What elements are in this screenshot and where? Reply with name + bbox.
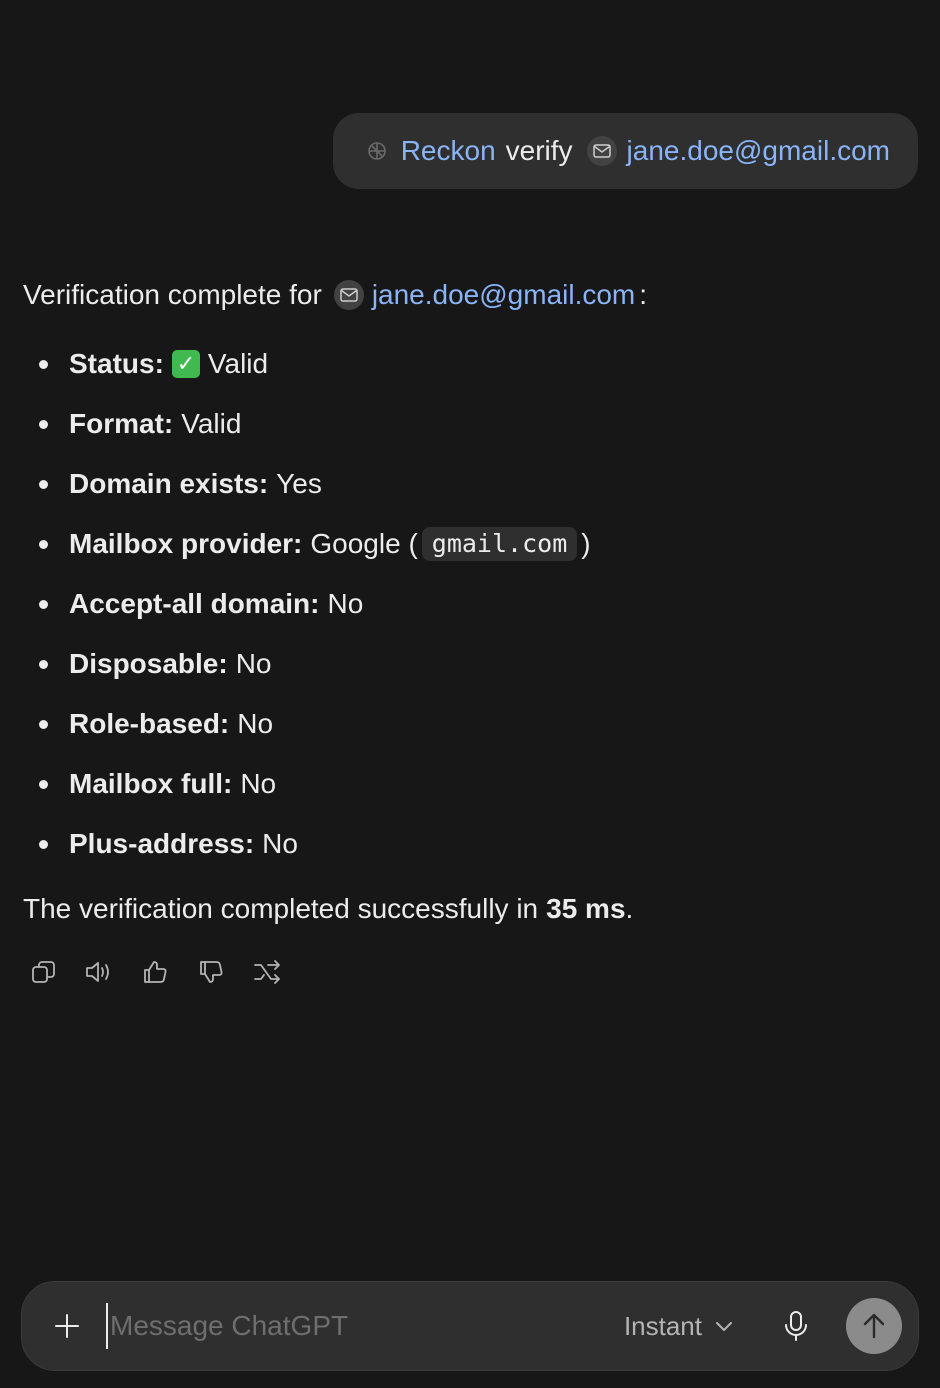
thumbs-up-icon[interactable] [139, 956, 171, 988]
mailbox-provider-value: Google ( [310, 528, 418, 560]
microphone-icon [785, 1311, 807, 1341]
share-icon[interactable] [251, 956, 283, 988]
chat-page: Reckon verify jane.doe@gmail.com Verific… [0, 0, 940, 1388]
list-item: Mailbox provider: Google ( gmail.com ) [23, 514, 903, 574]
model-selector[interactable]: Instant [624, 1311, 734, 1342]
user-email-link[interactable]: jane.doe@gmail.com [627, 135, 890, 167]
read-aloud-icon[interactable] [83, 956, 115, 988]
accept-all-key: Accept-all domain: [69, 588, 320, 620]
mailbox-provider-key: Mailbox provider: [69, 528, 303, 560]
copy-icon[interactable] [27, 956, 59, 988]
mailbox-provider-suffix: ) [581, 528, 591, 560]
send-button[interactable] [846, 1298, 902, 1354]
intro-text: Verification complete for [23, 279, 322, 311]
plus-address-value: No [262, 828, 298, 860]
summary-text: The verification completed successfully … [23, 884, 903, 934]
format-value: Valid [181, 408, 242, 440]
list-item: Status: ✓ Valid [23, 334, 903, 394]
status-key: Status: [69, 348, 164, 380]
disposable-key: Disposable: [69, 648, 228, 680]
list-item: Accept-all domain: No [23, 574, 903, 634]
provider-domain-code: gmail.com [421, 527, 578, 561]
message-input[interactable] [106, 1303, 624, 1349]
model-label: Instant [623, 1310, 702, 1341]
summary-time: 35 ms [546, 893, 626, 925]
assistant-email-link[interactable]: jane.doe@gmail.com [372, 278, 635, 312]
role-based-key: Role-based: [69, 708, 230, 740]
thumbs-down-icon[interactable] [195, 956, 227, 988]
domain-exists-key: Domain exists: [69, 468, 269, 500]
summary-body: The verification completed successfully … [23, 893, 539, 925]
reckon-app-icon [363, 137, 391, 165]
mail-icon [586, 136, 617, 166]
assistant-intro: Verification complete for jane.doe@gmail… [23, 270, 903, 320]
list-item: Mailbox full: No [23, 754, 903, 814]
mail-icon [333, 280, 364, 310]
mailbox-full-key: Mailbox full: [69, 768, 233, 800]
intro-suffix: : [639, 279, 648, 311]
plus-address-key: Plus-address: [69, 828, 255, 860]
role-based-value: No [237, 708, 274, 740]
list-item: Plus-address: No [23, 814, 903, 874]
check-emoji-icon: ✓ [171, 350, 200, 378]
list-item: Format: Valid [23, 394, 903, 454]
chevron-down-icon [716, 1322, 732, 1331]
message-composer: Instant [21, 1281, 919, 1371]
summary-end: . [625, 893, 634, 925]
app-mention[interactable]: Reckon [401, 135, 496, 167]
domain-exists-value: Yes [276, 468, 322, 500]
arrow-up-icon [863, 1313, 885, 1339]
user-message-bubble: Reckon verify jane.doe@gmail.com [332, 113, 918, 189]
verification-results-list: Status: ✓ Valid Format: Valid Domain exi… [23, 334, 903, 874]
attach-button[interactable] [42, 1301, 92, 1351]
status-value: Valid [207, 348, 269, 380]
assistant-message: Verification complete for jane.doe@gmail… [23, 270, 903, 988]
message-actions [23, 956, 903, 988]
list-item: Disposable: No [23, 634, 903, 694]
disposable-value: No [235, 648, 272, 680]
format-key: Format: [69, 408, 174, 440]
microphone-button[interactable] [776, 1306, 816, 1346]
accept-all-value: No [327, 588, 364, 620]
user-message-verb: verify [505, 135, 573, 166]
mailbox-full-value: No [240, 768, 277, 800]
list-item: Role-based: No [23, 694, 903, 754]
list-item: Domain exists: Yes [23, 454, 903, 514]
